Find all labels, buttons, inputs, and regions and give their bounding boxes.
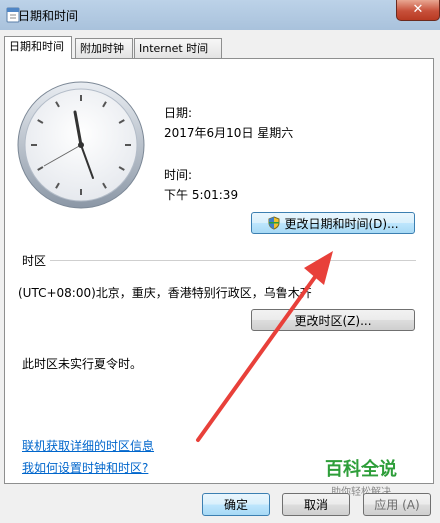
tab-date-time[interactable]: 日期和时间: [4, 36, 72, 59]
tab-label: 附加时钟: [80, 42, 124, 55]
tab-label: Internet 时间: [139, 42, 209, 55]
shield-icon: [268, 216, 280, 230]
timezone-info-link[interactable]: 联机获取详细的时区信息: [22, 437, 154, 454]
change-datetime-button[interactable]: 更改日期和时间(D)...: [251, 212, 415, 234]
apply-label: 应用 (A): [374, 498, 420, 512]
help-link[interactable]: 我如何设置时钟和时区?: [22, 459, 148, 476]
tab-additional-clocks[interactable]: 附加时钟: [75, 38, 133, 58]
ok-button[interactable]: 确定: [202, 493, 270, 516]
window-title: 日期和时间: [18, 9, 79, 23]
apply-button[interactable]: 应用 (A): [363, 493, 431, 516]
timezone-value: (UTC+08:00)北京，重庆，香港特别行政区，乌鲁木齐: [18, 286, 312, 300]
watermark-main: 百科全说: [325, 459, 397, 480]
title-bar: 日期和时间 ✕: [0, 0, 440, 30]
change-timezone-button[interactable]: 更改时区(Z)...: [251, 309, 415, 331]
close-icon: ✕: [412, 2, 424, 17]
analog-clock: [17, 81, 145, 209]
tab-internet-time[interactable]: Internet 时间: [134, 38, 222, 58]
cancel-label: 取消: [303, 498, 328, 512]
tab-label: 日期和时间: [9, 40, 64, 53]
close-button[interactable]: ✕: [396, 0, 440, 21]
timezone-section-label: 时区: [22, 254, 47, 268]
time-value: 下午 5:01:39: [164, 188, 239, 202]
ok-label: 确定: [223, 498, 248, 512]
time-label: 时间:: [164, 168, 193, 182]
timezone-divider: [50, 260, 416, 261]
change-timezone-label: 更改时区(Z)...: [294, 313, 372, 328]
change-datetime-label: 更改日期和时间(D)...: [284, 216, 399, 231]
date-label: 日期:: [164, 106, 193, 120]
watermark: 百科全说 助你轻松解决: [316, 455, 406, 498]
date-value: 2017年6月10日 星期六: [164, 126, 294, 140]
dst-note: 此时区未实行夏令时。: [22, 357, 143, 371]
cancel-button[interactable]: 取消: [282, 493, 350, 516]
